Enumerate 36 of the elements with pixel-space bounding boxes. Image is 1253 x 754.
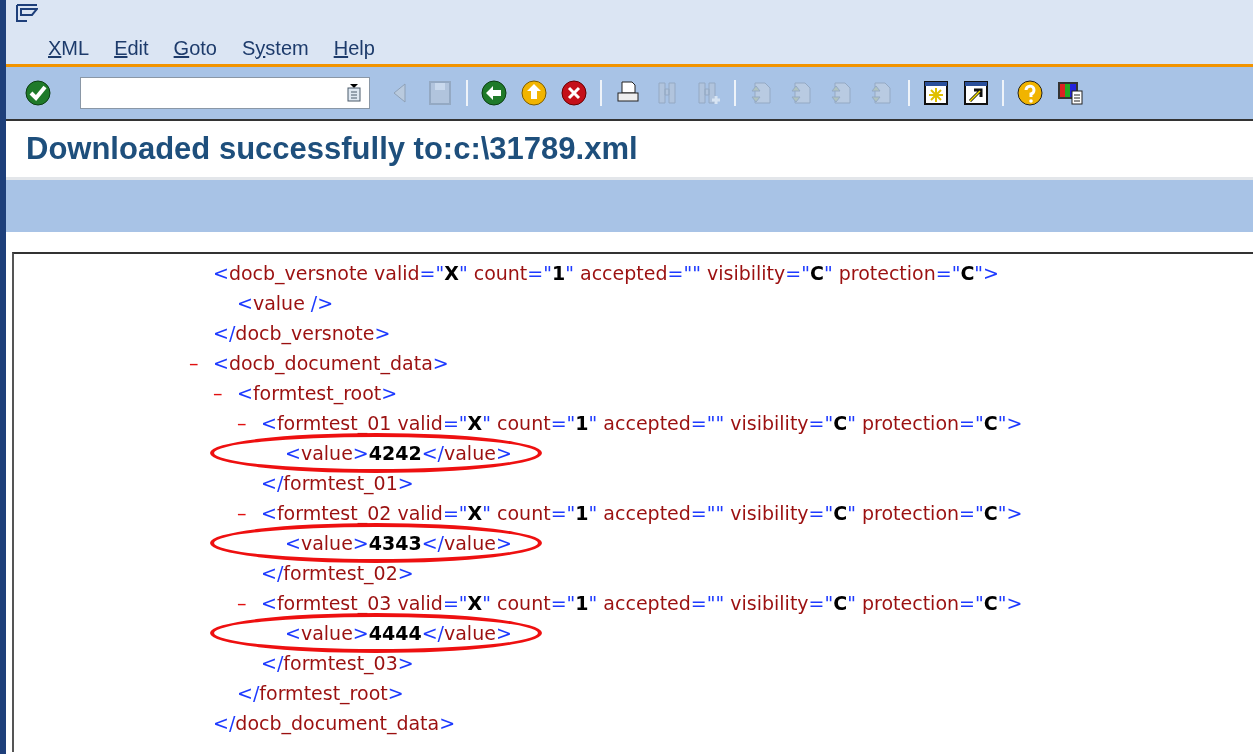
shortcut-icon[interactable] bbox=[962, 79, 990, 107]
system-menu-icon[interactable] bbox=[16, 4, 38, 22]
xml-line: </formtest_03> bbox=[261, 652, 414, 674]
help-icon[interactable] bbox=[1016, 79, 1044, 107]
xml-line: <docb_versnote valid="X" count="1" accepted="" visibility="C" protection="C"> bbox=[213, 262, 1000, 284]
cancel-icon[interactable] bbox=[560, 79, 588, 107]
collapse-toggle[interactable]: – bbox=[213, 382, 223, 404]
xml-line: </formtest_root> bbox=[237, 682, 404, 704]
collapse-toggle[interactable]: – bbox=[237, 412, 247, 434]
collapse-toggle[interactable]: – bbox=[237, 502, 247, 524]
monitor-icon[interactable] bbox=[1056, 79, 1084, 107]
xml-line: <value>4242</value> bbox=[285, 442, 512, 464]
xml-line: </docb_document_data> bbox=[213, 712, 456, 734]
xml-line: <formtest_02 valid="X" count="1" accepted="" visibility="C" protection="C"> bbox=[261, 502, 1023, 524]
collapse-toggle[interactable]: – bbox=[189, 352, 199, 374]
xml-line: <value>4343</value> bbox=[285, 532, 512, 554]
menu-item[interactable]: Goto bbox=[173, 36, 217, 60]
xml-line: <formtest_03 valid="X" count="1" accepted="" visibility="C" protection="C"> bbox=[261, 592, 1023, 614]
menu-item[interactable]: Help bbox=[333, 36, 375, 60]
menu-item[interactable]: System bbox=[242, 36, 309, 60]
xml-line: <formtest_root> bbox=[237, 382, 398, 404]
menu-item[interactable]: XML bbox=[48, 36, 90, 60]
screen-title: Downloaded successfully to:c:\31789.xml bbox=[26, 131, 638, 167]
xml-line: </docb_versnote> bbox=[213, 322, 391, 344]
xml-line: <formtest_01 valid="X" count="1" accepted="" visibility="C" protection="C"> bbox=[261, 412, 1023, 434]
collapse-toggle[interactable]: – bbox=[237, 592, 247, 614]
checkmark-icon[interactable] bbox=[24, 79, 52, 107]
xml-line: </formtest_01> bbox=[261, 472, 414, 494]
new-window-icon[interactable] bbox=[922, 79, 950, 107]
menu-item[interactable]: Edit bbox=[114, 36, 149, 60]
xml-line: <value>4444</value> bbox=[285, 622, 512, 644]
xml-line: <value /> bbox=[237, 292, 334, 314]
xml-line: </formtest_02> bbox=[261, 562, 414, 584]
clipboard-icon[interactable] bbox=[347, 84, 361, 102]
xml-line: <docb_document_data> bbox=[213, 352, 449, 374]
command-field[interactable] bbox=[80, 77, 370, 109]
